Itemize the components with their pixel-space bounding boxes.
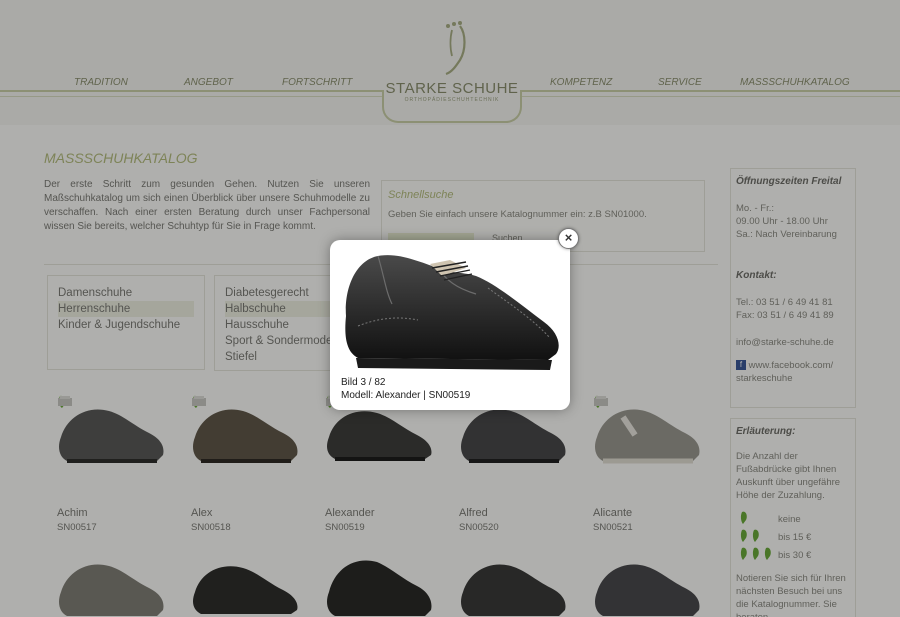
lightbox-counter: Bild 3 / 82 [341,377,386,388]
lightbox-modal: Bild 3 / 82 Modell: Alexander | SN00519 [330,240,570,410]
lightbox-shoe-image [345,255,559,370]
close-icon[interactable]: × [558,228,579,249]
lightbox-caption: Modell: Alexander | SN00519 [341,390,471,401]
